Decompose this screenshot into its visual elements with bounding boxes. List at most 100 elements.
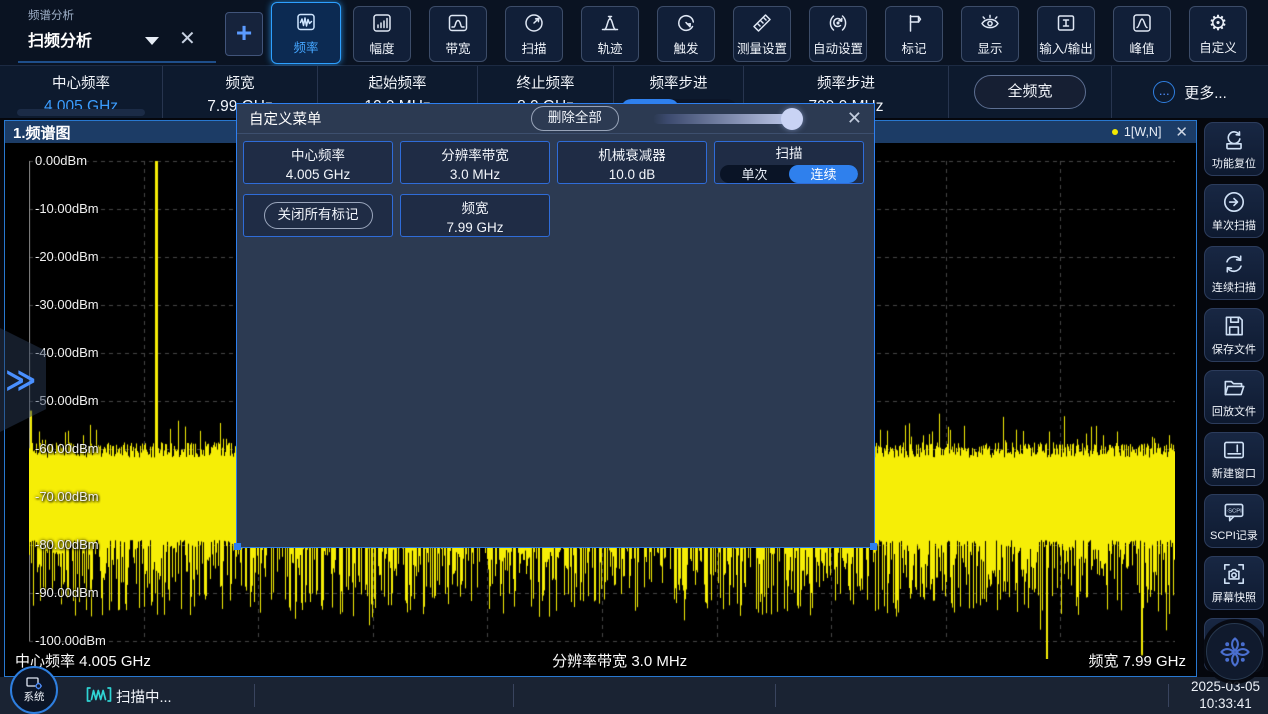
tab-title: 扫频分析 [28,27,92,51]
tab-close-icon[interactable]: ✕ [179,26,196,51]
footer-span: 频宽 7.99 GHz [1088,650,1186,671]
function-reset-icon [1221,127,1247,153]
svg-text:·SCPI: ·SCPI [1226,509,1242,515]
peak-icon [1130,11,1154,35]
main-toolbar: 频率 幅度 带宽 扫描 轨迹 触发 测量设置 自动设置 [277,0,1247,66]
custom-menu-dialog: 自定义菜单 删除全部 ✕ 中心频率 4.005 GHz 分辨率带宽 3.0 MH… [236,103,875,548]
trace-badge: 1[W,N] [1124,125,1162,139]
tab-type-label: 频谱分析 [28,7,74,23]
amplitude-icon [370,11,394,35]
toolbar-button-display[interactable]: 显示 [961,6,1019,62]
toolbar-button-trigger[interactable]: 触发 [657,6,715,62]
toolbar-button-frequency[interactable]: 频率 [271,2,341,64]
toolbar-button-custom[interactable]: ⚙ 自定义 [1189,6,1247,62]
footer-rbw: 分辨率带宽 3.0 MHz [552,650,687,671]
dialog-header[interactable]: 自定义菜单 删除全部 ✕ [237,104,874,134]
tab-active-underline [18,61,216,63]
more-zone[interactable]: ... 更多... [1112,66,1268,118]
y-axis-label: -30.00dBm [35,297,99,312]
add-tab-button[interactable]: + [225,12,263,56]
toolbar-button-amplitude[interactable]: 幅度 [353,6,411,62]
y-axis-label: -60.00dBm [35,441,99,456]
delete-all-button[interactable]: 删除全部 [531,106,619,131]
y-axis-label: -90.00dBm [35,585,99,600]
sidebar-button-single-sweep[interactable]: 单次扫描 [1204,184,1264,238]
chart-footer: 中心频率 4.005 GHz 分辨率带宽 3.0 MHz 频宽 7.99 GHz [5,650,1196,671]
save-file-icon [1221,313,1247,339]
toolbar-button-sweep[interactable]: 扫描 [505,6,563,62]
y-axis-label: -70.00dBm [35,489,99,504]
window-close-icon[interactable]: ✕ [1175,123,1188,141]
sweep-continuous-option[interactable]: 连续 [789,165,858,183]
sidebar-button-function-reset[interactable]: 功能复位 [1204,122,1264,176]
frequency-icon [294,10,318,34]
taskbar-divider [775,684,776,707]
menu-card-rbw[interactable]: 分辨率带宽 3.0 MHz [400,141,550,184]
toolbar-button-bandwidth[interactable]: 带宽 [429,6,487,62]
menu-card-sweep-mode: 扫描 单次 连续 [714,141,864,184]
chart-title: 1.频谱图 [13,122,71,143]
sidebar-button-scpi-log[interactable]: ·SCPI SCPI记录 [1204,494,1264,548]
display-icon [978,11,1002,35]
dialog-resize-handle-br[interactable] [870,543,877,550]
top-bar: 频谱分析 扫频分析 ✕ + 频率 幅度 带宽 扫描 轨迹 触发 [0,0,1268,66]
new-window-icon [1221,437,1247,463]
y-axis-label: 0.00dBm [35,153,87,168]
menu-card-mech-attenuator[interactable]: 机械衰减器 10.0 dB [557,141,707,184]
toolbar-button-trace[interactable]: 轨迹 [581,6,639,62]
input-output-icon [1054,11,1078,35]
chevron-down-icon[interactable] [145,37,159,45]
screenshot-icon [1221,561,1247,587]
full-span-zone: 全频宽 [949,66,1112,118]
more-label: 更多... [1184,82,1227,103]
sweep-mode-toggle[interactable]: 单次 连续 [720,165,858,183]
custom-gear-icon: ⚙ [1209,13,1228,34]
dialog-title: 自定义菜单 [249,108,322,129]
dialog-close-icon[interactable]: ✕ [847,108,862,129]
toolbar-button-peak[interactable]: 峰值 [1113,6,1171,62]
taskbar-divider [513,684,514,707]
auto-setup-icon [826,11,850,35]
y-axis-label: -100.00dBm [35,633,106,648]
datetime-display: 2025-03-05 10:33:41 [1191,679,1260,712]
slider-knob[interactable] [781,108,803,130]
ellipsis-icon: ... [1153,81,1175,103]
sweep-single-option[interactable]: 单次 [720,165,789,183]
sidebar-button-continuous-sweep[interactable]: 连续扫描 [1204,246,1264,300]
sidebar-button-playback-file[interactable]: 回放文件 [1204,370,1264,424]
dialog-resize-handle-bl[interactable] [234,543,241,550]
trigger-icon [674,11,698,35]
field-center-frequency[interactable]: 中心频率 4.005 GHz [0,66,163,118]
app-tab[interactable]: 频谱分析 扫频分析 ✕ [0,0,222,66]
continuous-sweep-icon [1221,251,1247,277]
single-sweep-icon [1221,189,1247,215]
menu-size-slider[interactable] [653,114,799,124]
system-button[interactable]: 系统 [10,666,58,714]
menu-card-span[interactable]: 频宽 7.99 GHz [400,194,550,237]
double-chevron-right-icon: ≫ [5,363,36,398]
sweep-status-icon [86,686,112,703]
quick-nav-fab[interactable] [1206,623,1263,680]
toolbar-button-measure-setup[interactable]: 测量设置 [733,6,791,62]
toolbar-button-input-output[interactable]: 输入/输出 [1037,6,1095,62]
sidebar-button-new-window[interactable]: 新建窗口 [1204,432,1264,486]
y-axis-label: -10.00dBm [35,201,99,216]
date-text: 2025-03-05 [1191,679,1260,696]
sidebar-button-screenshot[interactable]: 屏幕快照 [1204,556,1264,610]
menu-card-close-all-markers: 关闭所有标记 [243,194,393,237]
sweep-icon [522,11,546,35]
taskbar-divider [1168,684,1169,707]
full-span-button[interactable]: 全频宽 [974,75,1086,109]
clover-nav-icon [1217,634,1253,670]
y-axis-label: -20.00dBm [35,249,99,264]
sidebar-button-save-file[interactable]: 保存文件 [1204,308,1264,362]
menu-card-center-frequency[interactable]: 中心频率 4.005 GHz [243,141,393,184]
taskbar-divider [254,684,255,707]
trace-color-dot [1112,129,1118,135]
toolbar-button-auto-setup[interactable]: 自动设置 [809,6,867,62]
bandwidth-icon [446,11,470,35]
playback-file-icon [1221,375,1247,401]
close-all-markers-button[interactable]: 关闭所有标记 [264,202,373,229]
toolbar-button-marker[interactable]: 标记 [885,6,943,62]
time-text: 10:33:41 [1191,696,1260,713]
